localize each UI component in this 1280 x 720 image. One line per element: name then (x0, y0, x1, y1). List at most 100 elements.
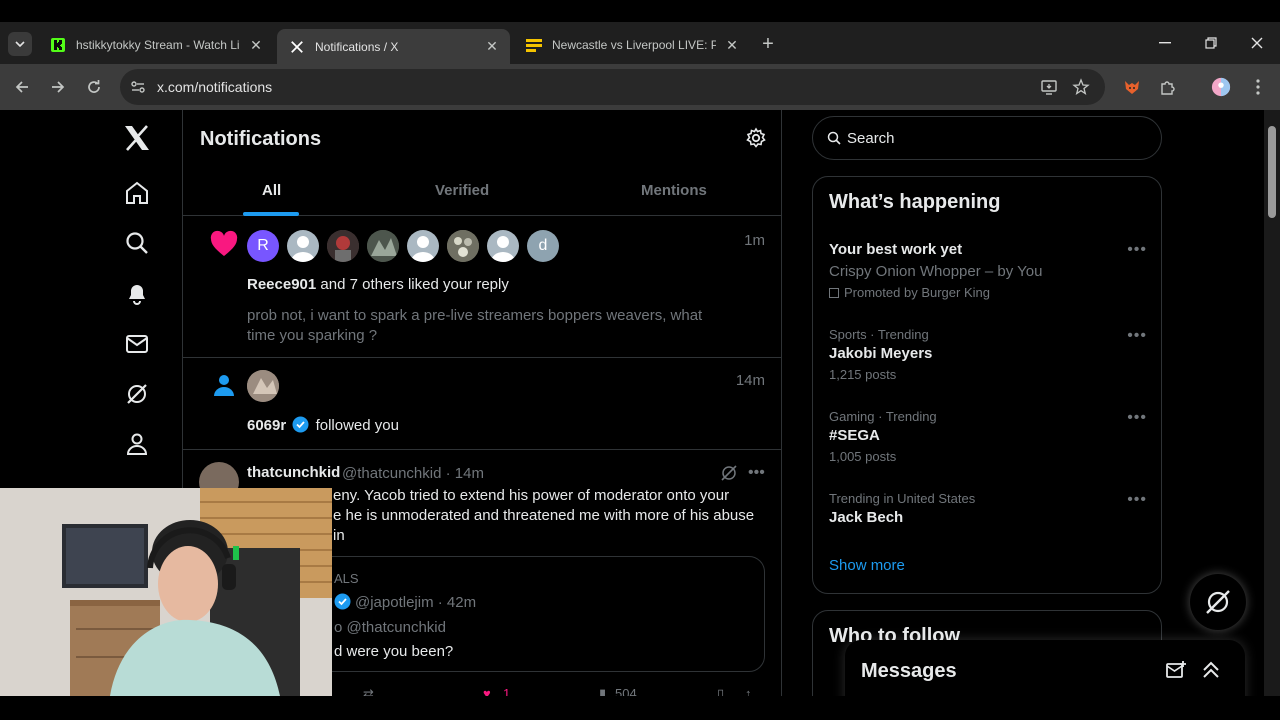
tab-all[interactable]: All (262, 182, 281, 199)
tab-stream[interactable]: hstikkytokky Stream - Watch Li ✕ (38, 29, 274, 61)
extensions-puzzle-icon[interactable] (1158, 77, 1178, 97)
notifications-icon[interactable] (122, 278, 152, 308)
trend-name: Jakobi Meyers (829, 345, 933, 362)
bookmark-star-icon[interactable] (1072, 78, 1090, 96)
close-tab-icon[interactable]: ✕ (248, 37, 264, 53)
trend-name: Jack Bech (829, 509, 904, 526)
trend-meta: Trending in United States (829, 491, 976, 506)
panel-title: What’s happening (829, 191, 1001, 213)
verified-badge-icon (292, 416, 309, 437)
trend-item[interactable]: Sports · Trending Jakobi Meyers 1,215 po… (829, 327, 1147, 385)
notification-tabs: All Verified Mentions (183, 162, 781, 216)
grok-icon[interactable] (720, 464, 738, 482)
tab-title: hstikkytokky Stream - Watch Li (76, 38, 240, 52)
new-message-icon[interactable] (1165, 660, 1187, 687)
more-options-icon[interactable]: ••• (748, 464, 765, 482)
person-icon (211, 372, 237, 398)
avatar[interactable] (447, 230, 479, 262)
browser-menu-icon[interactable] (1248, 77, 1268, 97)
whats-happening-panel: What’s happening Your best work yet Cris… (812, 176, 1162, 594)
news-favicon-icon (526, 37, 542, 53)
more-options-icon[interactable]: ••• (1127, 491, 1147, 509)
actor-name[interactable]: 6069r (247, 417, 286, 434)
restore-button[interactable] (1199, 33, 1223, 53)
avatar[interactable] (247, 370, 279, 402)
avatar[interactable] (287, 230, 319, 262)
gear-icon[interactable] (745, 127, 767, 149)
search-input[interactable]: Search (812, 116, 1162, 160)
page-title: Notifications (200, 128, 322, 150)
tweet-handle-time[interactable]: @thatcunchkid · 14m (342, 465, 484, 482)
search-icon (827, 131, 841, 150)
profile-avatar-icon[interactable] (1211, 77, 1231, 97)
close-tab-icon[interactable]: ✕ (724, 37, 740, 53)
notification-time: 1m (744, 232, 765, 249)
profile-icon[interactable] (122, 429, 152, 459)
search-placeholder: Search (847, 130, 895, 147)
promoted-text: Promoted by Burger King (844, 285, 990, 300)
webcam-overlay (0, 488, 332, 696)
browser-toolbar: x.com/notifications (0, 64, 1280, 110)
extension-fox-icon[interactable] (1122, 77, 1142, 97)
grok-fab-button[interactable] (1190, 574, 1246, 630)
quote-handle-text: @japotlejim · 42m (355, 594, 477, 611)
grok-icon[interactable] (122, 379, 152, 409)
notification-text: Reece901 and 7 others liked your reply (247, 276, 509, 293)
avatar[interactable] (487, 230, 519, 262)
more-options-icon[interactable]: ••• (1127, 241, 1147, 259)
trend-name: Your best work yet (829, 241, 963, 258)
reload-button[interactable] (82, 75, 106, 99)
messages-icon[interactable] (122, 329, 152, 359)
scrollbar-thumb[interactable] (1268, 126, 1276, 218)
trend-meta: Sports · Trending (829, 327, 929, 342)
trend-promoted: Promoted by Burger King (829, 285, 1147, 303)
quote-author-label: ALS (334, 571, 359, 586)
forward-button[interactable] (46, 75, 70, 99)
verified-badge-icon (334, 593, 351, 614)
more-options-icon[interactable]: ••• (1127, 327, 1147, 345)
x-favicon-icon (289, 39, 305, 55)
more-options-icon[interactable]: ••• (1127, 409, 1147, 427)
tab-title: Notifications / X (315, 39, 399, 54)
avatar[interactable] (407, 230, 439, 262)
actor-name[interactable]: Reece901 (247, 276, 316, 293)
quote-text: d were you been? (334, 643, 454, 660)
avatar[interactable] (367, 230, 399, 262)
avatar[interactable] (327, 230, 359, 262)
avatar[interactable]: d (527, 230, 559, 262)
trend-item[interactable]: Gaming · Trending #SEGA 1,005 posts ••• (829, 409, 1147, 467)
address-bar[interactable]: x.com/notifications (120, 69, 1105, 105)
close-tab-icon[interactable]: ✕ (484, 38, 500, 55)
explore-icon[interactable] (122, 228, 152, 258)
trend-meta: Gaming · Trending (829, 409, 937, 424)
quote-reply-to: o @thatcunchkid (334, 619, 446, 636)
tab-mentions[interactable]: Mentions (641, 182, 707, 199)
bottom-black-strip (0, 696, 1280, 720)
quote-handle: @japotlejim · 42m (334, 593, 476, 614)
home-icon[interactable] (122, 178, 152, 208)
top-black-strip (0, 0, 1280, 22)
trend-item[interactable]: Your best work yet Crispy Onion Whopper … (829, 241, 1147, 303)
minimize-button[interactable] (1153, 33, 1177, 53)
show-more-link[interactable]: Show more (829, 557, 905, 574)
avatar[interactable]: R (247, 230, 279, 262)
tab-newcastle[interactable]: Newcastle vs Liverpool LIVE: Pre ✕ (514, 29, 750, 61)
follow-notification[interactable]: 14m 6069r followed you (183, 358, 781, 450)
back-button[interactable] (10, 75, 34, 99)
notification-action: and 7 others liked your reply (316, 276, 509, 293)
install-app-icon[interactable] (1040, 78, 1058, 96)
like-notification[interactable]: R d 1m Reece901 and 7 others liked your … (183, 216, 781, 358)
trend-name: #SEGA (829, 427, 880, 444)
new-tab-button[interactable]: + (757, 33, 779, 55)
trend-item[interactable]: Trending in United States Jack Bech ••• (829, 491, 1147, 531)
tab-search-button[interactable] (8, 32, 32, 56)
close-window-button[interactable] (1245, 33, 1269, 53)
tweet-author-name[interactable]: thatcunchkid (247, 464, 340, 481)
tab-notifications[interactable]: Notifications / X ✕ (277, 29, 510, 64)
expand-chevron-icon[interactable] (1201, 660, 1221, 685)
x-logo-icon[interactable] (122, 123, 152, 153)
notification-time: 14m (735, 372, 765, 389)
site-settings-icon[interactable] (130, 79, 146, 95)
url-text[interactable]: x.com/notifications (157, 79, 272, 95)
tab-verified[interactable]: Verified (435, 182, 489, 199)
